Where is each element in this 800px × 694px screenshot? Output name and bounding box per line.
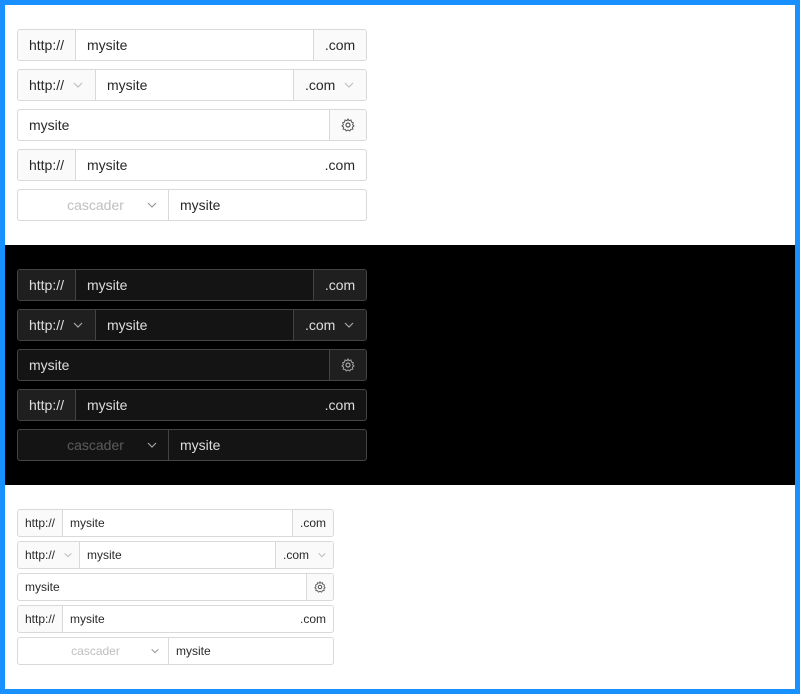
cascader-placeholder: cascader [67, 437, 124, 453]
chevron-down-icon [317, 550, 327, 560]
site-input[interactable]: mysite [18, 350, 329, 380]
addon-before-label: http:// [18, 390, 76, 420]
light-theme-section: http:// mysite .com http:// mysite .com … [5, 5, 795, 245]
site-input[interactable]: mysite [76, 30, 313, 60]
site-input[interactable]: mysite [169, 430, 366, 460]
site-input[interactable]: mysite [76, 270, 313, 300]
addon-after-label: .com [313, 270, 366, 300]
tld-select[interactable]: .com [275, 542, 333, 568]
gear-icon[interactable] [329, 110, 366, 140]
chevron-down-icon [72, 319, 84, 331]
suffix-input-group: http:// mysite .com [17, 605, 334, 633]
cascader-select[interactable]: cascader [18, 190, 169, 220]
cascader-select[interactable]: cascader [18, 430, 169, 460]
input-suffix: .com [324, 397, 355, 413]
protocol-select-value: http:// [25, 548, 56, 562]
site-input[interactable]: mysite [63, 606, 300, 632]
addon-input-group: http:// mysite .com [17, 29, 367, 61]
cascader-input-group: cascader mysite [17, 189, 367, 221]
select-input-group: http:// mysite .com [17, 309, 367, 341]
input-suffix: .com [324, 157, 355, 173]
chevron-down-icon [146, 199, 158, 211]
cascader-input-group: cascader mysite [17, 429, 367, 461]
addon-before-label: http:// [18, 270, 76, 300]
tld-select[interactable]: .com [293, 70, 366, 100]
dark-theme-section: http:// mysite .com http:// mysite .com … [5, 245, 795, 485]
addon-before-label: http:// [18, 30, 76, 60]
cascader-input-group: cascader mysite [17, 637, 334, 665]
addon-before-label: http:// [18, 606, 63, 632]
site-input[interactable]: mysite [18, 110, 329, 140]
site-input[interactable]: mysite [18, 574, 306, 600]
small-size-section: http:// mysite .com http:// mysite .com … [5, 485, 795, 689]
site-input[interactable]: mysite [96, 310, 293, 340]
tld-select-value: .com [305, 77, 336, 93]
site-input[interactable]: mysite [80, 542, 275, 568]
chevron-down-icon [343, 79, 355, 91]
site-input[interactable]: mysite [169, 638, 333, 664]
tld-select-value: .com [305, 317, 336, 333]
site-input[interactable]: mysite [76, 390, 325, 420]
gear-icon[interactable] [306, 574, 333, 600]
site-input[interactable]: mysite [96, 70, 293, 100]
chevron-down-icon [343, 319, 355, 331]
input-suffix: .com [299, 612, 326, 626]
chevron-down-icon [150, 646, 160, 656]
site-input[interactable]: mysite [63, 510, 292, 536]
protocol-select[interactable]: http:// [18, 542, 80, 568]
select-input-group: http:// mysite .com [17, 541, 334, 569]
addon-after-label: .com [313, 30, 366, 60]
cascader-placeholder: cascader [71, 644, 120, 658]
addon-input-group: http:// mysite .com [17, 269, 367, 301]
protocol-select[interactable]: http:// [18, 310, 96, 340]
site-input[interactable]: mysite [76, 150, 325, 180]
addon-before-label: http:// [18, 150, 76, 180]
site-input[interactable]: mysite [169, 190, 366, 220]
addon-before-label: http:// [18, 510, 63, 536]
chevron-down-icon [72, 79, 84, 91]
addon-after-label: .com [292, 510, 333, 536]
tld-select[interactable]: .com [293, 310, 366, 340]
suffix-input-group: http:// mysite .com [17, 149, 367, 181]
protocol-select-value: http:// [29, 317, 65, 333]
tld-select-value: .com [283, 548, 310, 562]
suffix-input-group: http:// mysite .com [17, 389, 367, 421]
icon-input-group: mysite [17, 573, 334, 601]
addon-input-group: http:// mysite .com [17, 509, 334, 537]
icon-input-group: mysite [17, 349, 367, 381]
chevron-down-icon [63, 550, 73, 560]
protocol-select[interactable]: http:// [18, 70, 96, 100]
select-input-group: http:// mysite .com [17, 69, 367, 101]
cascader-placeholder: cascader [67, 197, 124, 213]
gear-icon[interactable] [329, 350, 366, 380]
cascader-select[interactable]: cascader [18, 638, 169, 664]
protocol-select-value: http:// [29, 77, 65, 93]
icon-input-group: mysite [17, 109, 367, 141]
chevron-down-icon [146, 439, 158, 451]
